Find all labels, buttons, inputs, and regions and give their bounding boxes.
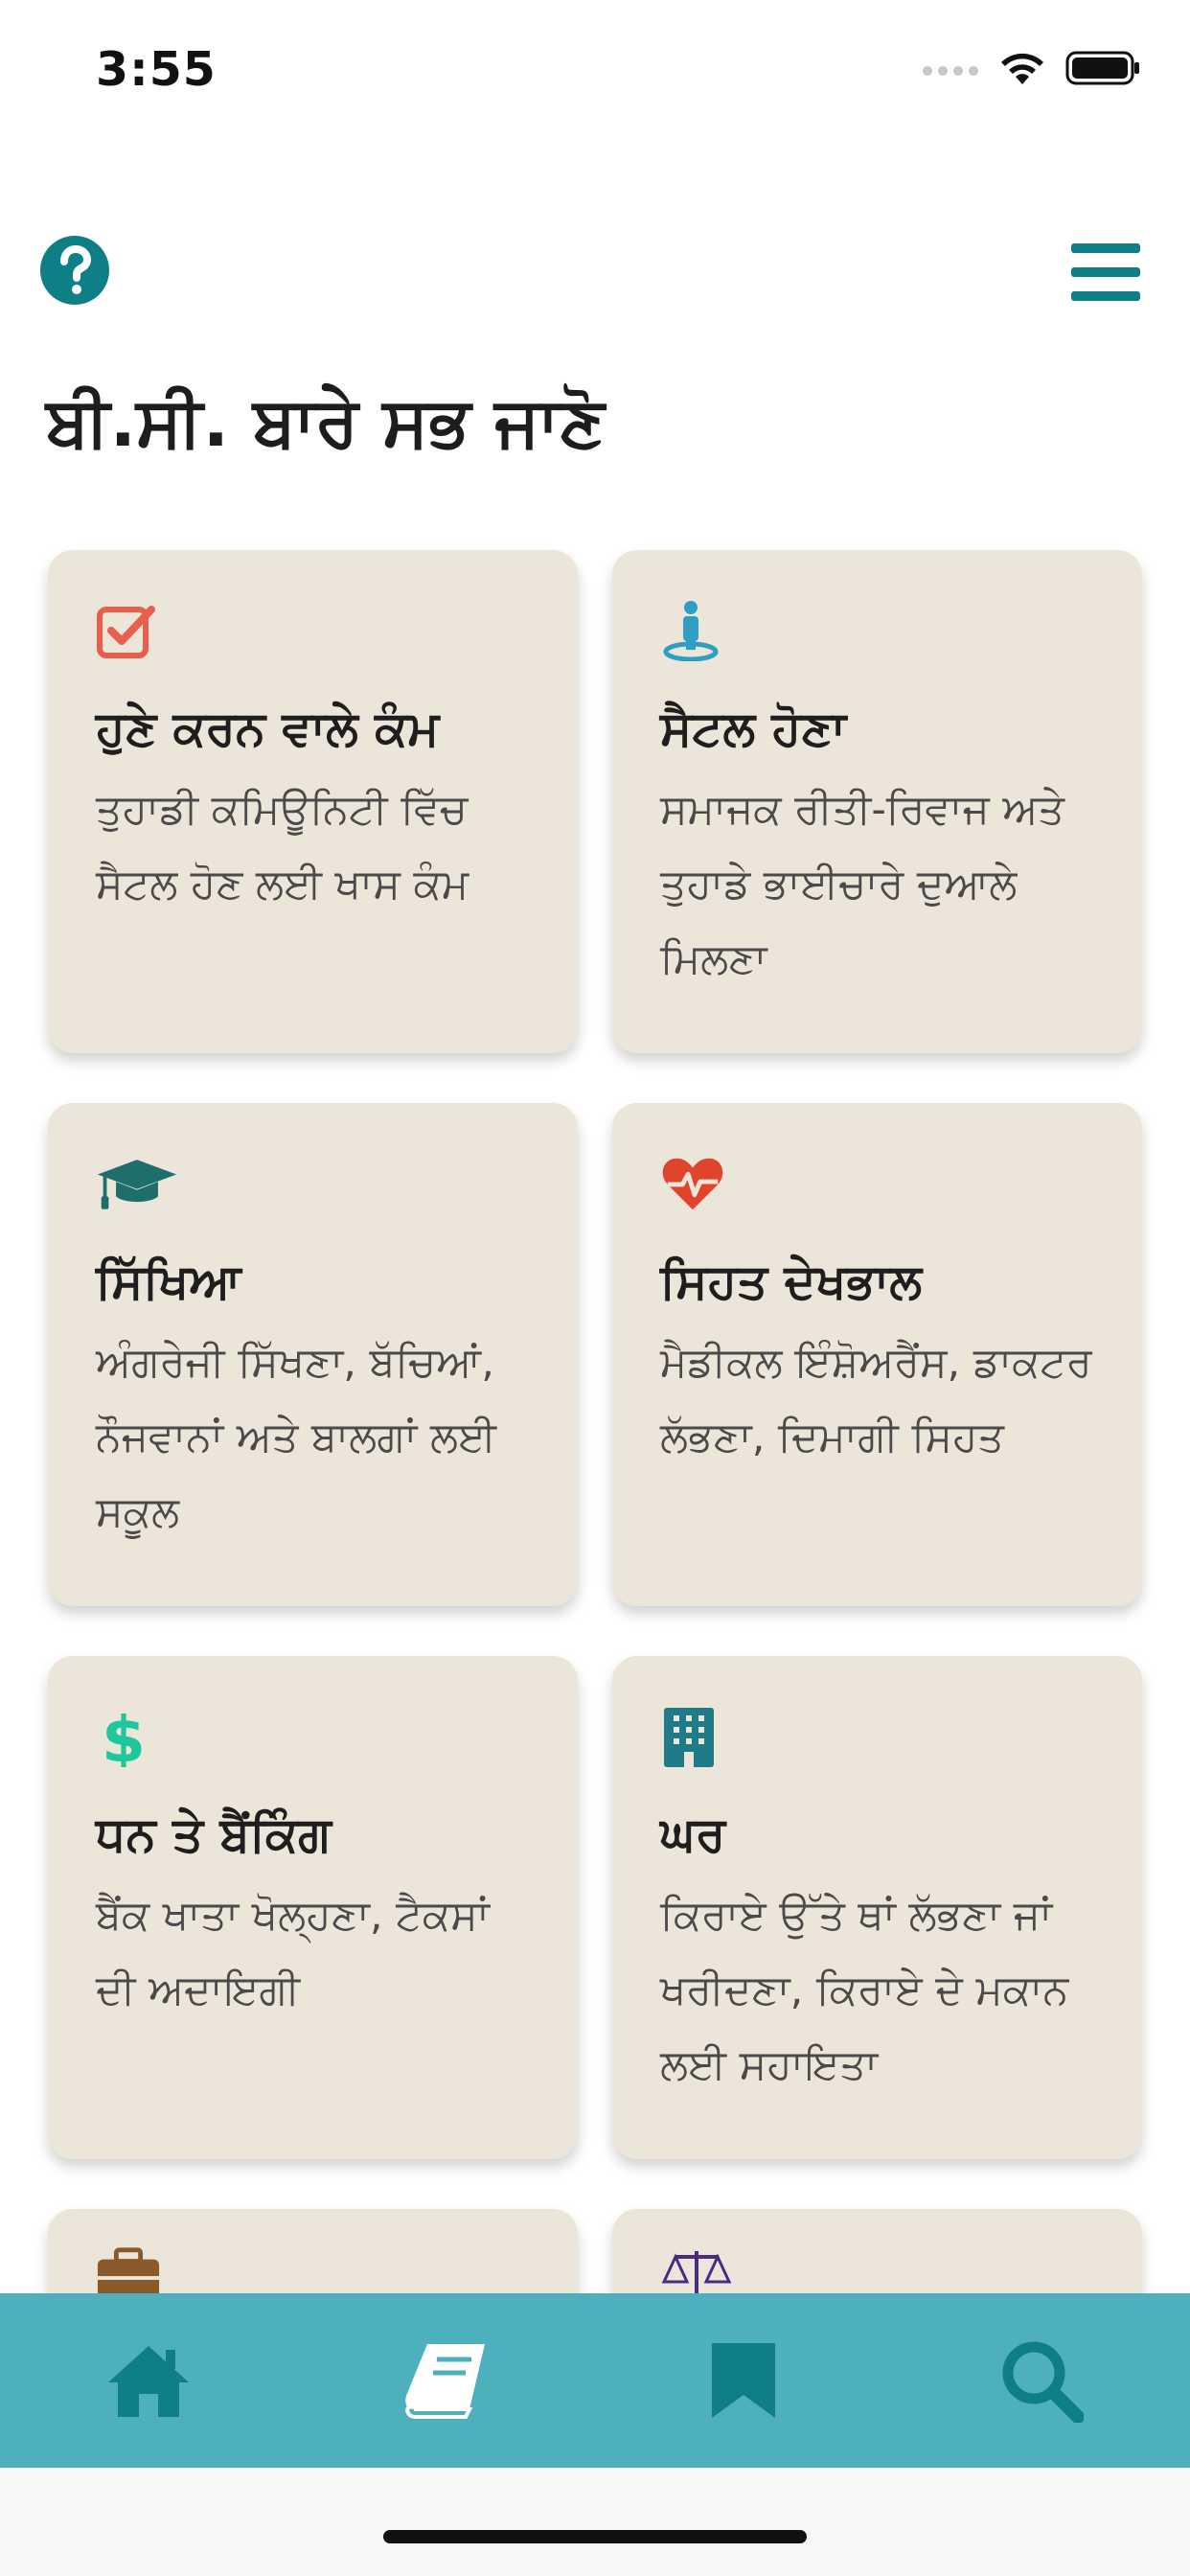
category-card-healthcare[interactable]: ਸਿਹਤ ਦੇਖਭਾਲ ਮੈਡੀਕਲ ਇੰਸ਼ੋਅਰੈਂਸ, ਡਾਕਟਰ ਲੱਭ…	[612, 1103, 1142, 1606]
search-icon	[1002, 2341, 1084, 2423]
battery-icon	[1065, 51, 1139, 85]
bookmark-icon	[712, 2343, 776, 2418]
help-button[interactable]	[40, 236, 109, 305]
category-card-tasks[interactable]: ਹੁਣੇ ਕਰਨ ਵਾਲੇ ਕੰਮ ਤੁਹਾਡੀ ਕਮਿਊਨਿਟੀ ਵਿੱਚ ਸ…	[48, 550, 578, 1053]
card-description: ਮੈਡੀਕਲ ਇੰਸ਼ੋਅਰੈਂਸ, ਡਾਕਟਰ ਲੱਭਣਾ, ਦਿਮਾਗੀ ਸ…	[660, 1339, 1092, 1461]
card-title: ਧਨ ਤੇ ਬੈਂਕਿੰਗ	[96, 1806, 332, 1862]
cellular-signal-icon	[923, 66, 978, 76]
card-description: ਅੰਗਰੇਜੀ ਸਿੱਖਣਾ, ਬੱਚਿਆਂ, ਨੌਜਵਾਨਾਂ ਅਤੇ ਬਾਲ…	[96, 1339, 496, 1536]
home-icon	[108, 2346, 190, 2417]
category-card-money[interactable]: $ ਧਨ ਤੇ ਬੈਂਕਿੰਗ ਬੈਂਕ ਖਾਤਾ ਖੋਲ੍ਹਣਾ, ਟੈਕਸਾ…	[48, 1656, 578, 2159]
status-time: 3:55	[96, 42, 217, 97]
building-icon	[664, 1708, 714, 1767]
question-circle-icon	[40, 236, 109, 305]
category-grid: ਹੁਣੇ ਕਰਨ ਵਾਲੇ ਕੰਮ ਤੁਹਾਡੀ ਕਮਿਊਨਿਟੀ ਵਿੱਚ ਸ…	[48, 550, 1142, 2401]
bottom-tab-bar	[0, 2293, 1190, 2468]
book-icon	[405, 2344, 485, 2419]
card-description: ਕਿਰਾਏ ਉੱਤੇ ਥਾਂ ਲੱਭਣਾ ਜਾਂ ਖਰੀਦਣਾ, ਕਿਰਾਏ ਦ…	[660, 1892, 1069, 2089]
dollar-icon: $	[102, 1706, 146, 1767]
graduation-cap-icon	[97, 1160, 177, 1209]
checkbox-icon	[97, 606, 155, 658]
tab-home[interactable]	[91, 2323, 206, 2438]
card-title: ਸਿੱਖਿਆ	[96, 1254, 241, 1309]
svg-text:$: $	[102, 1706, 146, 1767]
menu-button[interactable]	[1071, 242, 1140, 303]
home-bar-area	[0, 2468, 1190, 2576]
category-card-education[interactable]: ਸਿੱਖਿਆ ਅੰਗਰੇਜੀ ਸਿੱਖਣਾ, ਬੱਚਿਆਂ, ਨੌਜਵਾਨਾਂ …	[48, 1103, 578, 1606]
tab-search[interactable]	[984, 2323, 1099, 2438]
hamburger-menu-icon	[1071, 243, 1140, 301]
category-card-housing[interactable]: ਘਰ ਕਿਰਾਏ ਉੱਤੇ ਥਾਂ ਲੱਭਣਾ ਜਾਂ ਖਰੀਦਣਾ, ਕਿਰਾ…	[612, 1656, 1142, 2159]
status-icons	[922, 50, 1142, 86]
tab-bookmarks[interactable]	[686, 2323, 801, 2438]
heartbeat-icon	[662, 1158, 723, 1210]
category-card-settling[interactable]: ਸੈਟਲ ਹੋਣਾ ਸਮਾਜਕ ਰੀਤੀ-ਰਿਵਾਜ ਅਤੇ ਤੁਹਾਡੇ ਭਾ…	[612, 550, 1142, 1053]
status-bar: 3:55	[0, 0, 1190, 144]
person-pin-icon	[663, 601, 719, 661]
card-title: ਹੁਣੇ ਕਰਨ ਵਾਲੇ ਕੰਮ	[96, 701, 440, 756]
card-title: ਘਰ	[660, 1806, 726, 1862]
card-description: ਬੈਂਕ ਖਾਤਾ ਖੋਲ੍ਹਣਾ, ਟੈਕਸਾਂ ਦੀ ਅਦਾਇਗੀ	[96, 1892, 490, 2014]
home-indicator[interactable]	[383, 2530, 807, 2543]
card-description: ਤੁਹਾਡੀ ਕਮਿਊਨਿਟੀ ਵਿੱਚ ਸੈਟਲ ਹੋਣ ਲਈ ਖਾਸ ਕੰਮ	[96, 786, 469, 908]
page-title: ਬੀ.ਸੀ. ਬਾਰੇ ਸਭ ਜਾਣੋ	[46, 381, 605, 462]
wifi-icon	[1001, 53, 1043, 84]
tab-learn[interactable]	[389, 2323, 504, 2438]
card-title: ਸਿਹਤ ਦੇਖਭਾਲ	[660, 1254, 923, 1309]
card-title: ਸੈਟਲ ਹੋਣਾ	[660, 701, 847, 756]
card-description: ਸਮਾਜਕ ਰੀਤੀ-ਰਿਵਾਜ ਅਤੇ ਤੁਹਾਡੇ ਭਾਈਚਾਰੇ ਦੁਆਲ…	[660, 786, 1064, 983]
